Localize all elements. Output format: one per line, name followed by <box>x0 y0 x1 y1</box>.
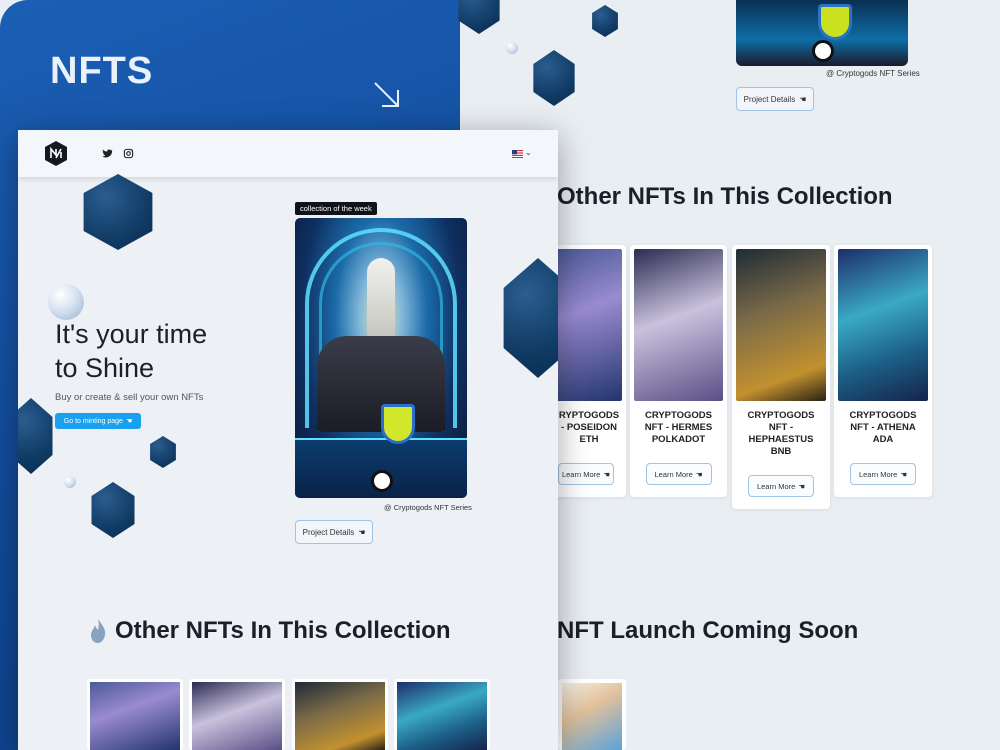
other-nfts-heading: Other NFTs In This Collection <box>557 183 893 210</box>
flame-icon <box>91 619 106 643</box>
project-details-label: Project Details <box>302 527 355 537</box>
nft-card-image <box>90 682 180 750</box>
nft-card-thumbnail[interactable] <box>189 679 285 750</box>
learn-more-button[interactable]: Learn More ☚ <box>850 463 916 485</box>
minting-page-button[interactable]: Go to minting page ☚ <box>55 413 141 429</box>
instagram-icon[interactable] <box>123 148 134 159</box>
project-details-button[interactable]: Project Details ☚ <box>736 87 814 111</box>
pearl-decoration <box>506 42 518 54</box>
pointer-hand-icon: ☚ <box>798 481 806 491</box>
nft-card-image <box>295 682 385 750</box>
nft-launch-heading: NFT Launch Coming Soon <box>557 617 859 644</box>
hero-headline-line2: to Shine <box>55 353 155 383</box>
nft-card-image <box>556 249 622 401</box>
featured-nft-image[interactable] <box>295 218 467 498</box>
arrow-down-right-icon <box>374 82 399 107</box>
hero-subtitle: Buy or create & sell your own NFTs <box>55 392 204 403</box>
nft-card-image <box>634 249 723 401</box>
hero-headline: It's your time to Shine <box>55 317 255 385</box>
front-page: ⌄ It's your time to Shine Buy or create … <box>18 130 558 750</box>
learn-more-button[interactable]: Learn More ☚ <box>558 463 614 485</box>
learn-more-label: Learn More <box>858 469 898 479</box>
us-flag-icon[interactable] <box>512 150 523 158</box>
chevron-down-icon[interactable]: ⌄ <box>525 148 532 157</box>
learn-more-label: Learn More <box>561 469 601 479</box>
collection-of-week-tag: collection of the week <box>295 202 377 215</box>
pointer-hand-icon: ☚ <box>603 469 611 479</box>
launch-card-image <box>562 683 622 750</box>
learn-more-button[interactable]: Learn More ☚ <box>748 475 814 497</box>
polyhedron-decoration <box>91 482 135 538</box>
nft-card-thumbnail[interactable] <box>292 679 388 750</box>
featured-nft-image-partial <box>736 0 908 66</box>
nft-card-thumbnail[interactable] <box>394 679 490 750</box>
nft-card-title: RYPTOGODS - POSEIDON ETH <box>558 410 620 445</box>
other-nfts-heading: Other NFTs In This Collection <box>115 617 451 644</box>
pointer-hand-icon: ☚ <box>799 94 807 104</box>
nft-card-title: CRYPTOGODS NFT - HERMES POLKADOT <box>644 410 713 445</box>
learn-more-button[interactable]: Learn More ☚ <box>645 463 712 485</box>
nft-card-hermes[interactable]: CRYPTOGODS NFT - HERMES POLKADOT Learn M… <box>630 245 727 497</box>
polyhedron-decoration <box>83 174 153 250</box>
pointer-hand-icon: ☚ <box>695 469 703 479</box>
brand-title: NFTS <box>50 50 154 92</box>
nft-card-image <box>397 682 487 750</box>
twitter-icon[interactable] <box>102 148 113 159</box>
polyhedron-decoration <box>503 258 558 378</box>
nft-card-athena[interactable]: CRYPTOGODS NFT - ATHENA ADA Learn More ☚ <box>834 245 932 497</box>
featured-caption: @ Cryptogods NFT Series <box>826 69 920 78</box>
nft-card-image <box>838 249 928 401</box>
navbar: ⌄ <box>18 130 558 177</box>
pearl-decoration <box>48 284 84 320</box>
polyhedron-decoration <box>18 398 53 474</box>
hero-headline-line1: It's your time <box>55 319 208 349</box>
logo-icon[interactable] <box>44 140 68 167</box>
learn-more-label: Learn More <box>756 481 796 491</box>
nft-card-thumbnail[interactable] <box>87 679 183 750</box>
nft-card-image <box>192 682 282 750</box>
project-details-button[interactable]: Project Details ☚ <box>295 520 373 544</box>
featured-caption: @ Cryptogods NFT Series <box>384 503 472 512</box>
minting-page-label: Go to minting page <box>63 417 123 425</box>
nft-card-title: CRYPTOGODS NFT - ATHENA ADA <box>849 410 917 445</box>
nft-card-image <box>736 249 826 401</box>
nft-card-title: CRYPTOGODS NFT - HEPHAESTUS BNB <box>747 410 815 457</box>
pointer-hand-icon: ☚ <box>358 527 366 537</box>
polyhedron-decoration <box>150 436 176 468</box>
nft-card-hephaestus[interactable]: CRYPTOGODS NFT - HEPHAESTUS BNB Learn Mo… <box>732 245 830 509</box>
nft-card-poseidon[interactable]: RYPTOGODS - POSEIDON ETH Learn More ☚ <box>552 245 626 497</box>
launch-card[interactable] <box>558 679 626 750</box>
pointer-hand-icon: ☚ <box>125 418 133 425</box>
pointer-hand-icon: ☚ <box>900 469 908 479</box>
project-details-label: Project Details <box>743 94 796 104</box>
learn-more-label: Learn More <box>654 469 693 479</box>
pearl-decoration <box>64 476 76 488</box>
